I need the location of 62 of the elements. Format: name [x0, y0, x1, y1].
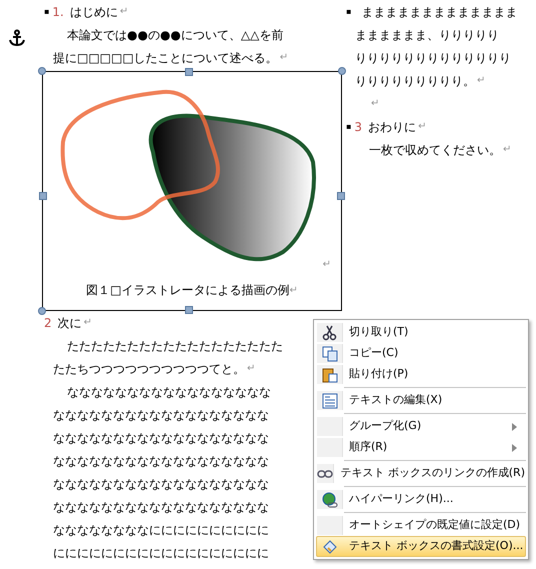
body-text: ままままままままままままま — [361, 4, 518, 20]
body-text: ななななななななななななななななな — [67, 384, 271, 400]
text-edit-icon — [322, 392, 338, 408]
heading-number: 2 — [44, 314, 52, 332]
paragraph-mark: ↵ — [247, 362, 256, 376]
body-text: なななななななななななななななななな — [53, 430, 269, 446]
menu-item[interactable]: グループ化(G) — [316, 416, 526, 437]
paragraph-mark: ↵ — [503, 143, 512, 157]
body-text: たたちつつつつつつつつつつてと。 — [53, 360, 245, 378]
menu-item[interactable]: ハイパーリンク(H)... — [316, 489, 526, 510]
format-shape-icon — [322, 538, 338, 554]
paragraph-mark: ↵ — [289, 284, 298, 298]
menu-item[interactable]: 貼り付け(P) — [316, 364, 526, 385]
menu-item[interactable]: 順序(R) — [316, 437, 526, 458]
paragraph-mark: ↵ — [84, 316, 92, 330]
paragraph-mark: ↵ — [322, 258, 331, 272]
menu-item[interactable]: オートシェイプの既定値に設定(D) — [316, 515, 526, 536]
resize-handle[interactable] — [185, 306, 193, 314]
paragraph-mark: ↵ — [280, 51, 288, 65]
copy-icon — [322, 346, 338, 362]
body-text: なななななななななななななななななな — [53, 406, 269, 424]
bullet-mark: ▪ — [346, 120, 352, 132]
body-text: りりりりりりりりり。 — [355, 72, 475, 90]
heading-text: はじめに — [70, 4, 118, 20]
resize-handle[interactable] — [38, 67, 46, 75]
menu-item[interactable]: コピー(C) — [316, 343, 526, 364]
resize-handle[interactable] — [337, 192, 345, 200]
menu-item[interactable]: 切り取り(T) — [316, 322, 526, 343]
paste-icon — [322, 366, 338, 382]
menu-item[interactable]: テキスト ボックスのリンクの作成(R) — [316, 463, 526, 484]
paragraph-mark: ↵ — [477, 74, 486, 88]
body-text: 本論文では●●の●●について、△△を前 — [67, 26, 284, 44]
anchor-icon — [8, 29, 26, 47]
globe-link-icon — [322, 492, 338, 508]
paragraph-mark: ↵ — [120, 5, 128, 19]
body-text: 一枚で収めてください。 — [369, 142, 501, 158]
bullet-mark: ▪ — [346, 6, 352, 18]
scissors-icon — [322, 324, 338, 340]
body-text: まままままま、りりりりり — [355, 26, 499, 44]
chain-link-icon — [317, 468, 334, 478]
resize-handle[interactable] — [38, 307, 46, 315]
body-text: ななななななななにににににににににに — [53, 522, 269, 538]
resize-handle[interactable] — [185, 68, 193, 76]
paragraph-mark: ↵ — [418, 120, 426, 134]
heading-number: 3 — [354, 118, 362, 136]
heading-text: 次に — [58, 314, 82, 332]
heading-number: 1. — [52, 4, 64, 20]
resize-handle[interactable] — [338, 67, 346, 75]
resize-handle[interactable] — [39, 192, 47, 200]
body-text: 提に□□□□□したことについて述べる。 — [53, 50, 278, 66]
body-text: なななななななななななななななななな — [53, 476, 269, 492]
menu-item[interactable]: テキストの編集(X) — [316, 390, 526, 411]
bullet-mark: ▪ — [44, 6, 50, 18]
body-text: たたたたたたたたたたたたたたたたたた — [67, 338, 283, 354]
menu-item[interactable]: テキスト ボックスの書式設定(O)... — [316, 536, 526, 557]
body-text: なななななななななななななななななな — [53, 498, 269, 516]
paragraph-mark: ↵ — [371, 97, 380, 111]
body-text: なななななななななななななななななな — [53, 452, 269, 470]
body-text: りりりりりりりりりりりりり — [355, 50, 511, 66]
figure-caption: 図１□イラストレータによる描画の例 — [86, 282, 290, 299]
heading-text: おわりに — [368, 118, 416, 136]
body-text: にににににににににににににににににに — [53, 544, 269, 562]
